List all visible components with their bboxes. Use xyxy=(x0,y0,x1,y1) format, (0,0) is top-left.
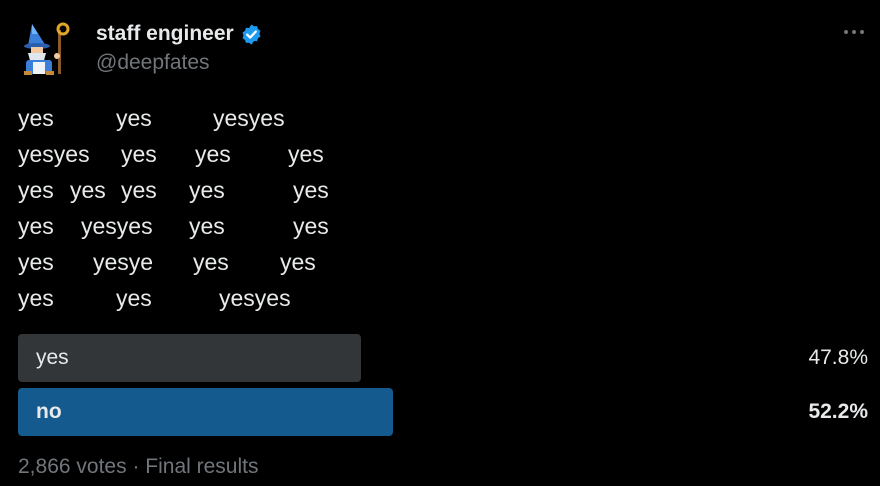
poll-option-no[interactable]: no 52.2% xyxy=(18,388,870,436)
tweet-line: yes yesye yes yes xyxy=(18,244,458,280)
tweet-word: yesyes xyxy=(81,213,153,239)
author-avatar[interactable] xyxy=(18,16,80,78)
tweet-word: yes xyxy=(189,177,225,203)
tweet-line: yes yes yesyes xyxy=(18,100,458,136)
tweet-word: yes xyxy=(121,141,157,167)
tweet-word: yesye xyxy=(93,249,154,275)
tweet-line: yes yes yes yes yes xyxy=(18,172,458,208)
poll-status: Final results xyxy=(145,455,259,478)
tweet-line: yesyes yes yes yes xyxy=(18,136,458,172)
tweet-word: yes xyxy=(193,249,229,275)
tweet-word: yes xyxy=(18,105,54,131)
tweet-word: yes xyxy=(18,249,54,275)
tweet-word: yes xyxy=(18,213,54,239)
author-name-row[interactable]: staff engineer xyxy=(96,20,263,48)
tweet-word: yesyes xyxy=(219,285,291,311)
poll-result-bar xyxy=(18,334,361,382)
author-display-name[interactable]: staff engineer xyxy=(96,22,234,46)
author-handle[interactable]: @deepfates xyxy=(96,51,210,75)
tweet-word: yes xyxy=(293,177,329,203)
poll-option-label: no xyxy=(36,400,62,423)
tweet-text: yes yes yesyes yesyes yes yes yes yes ye… xyxy=(18,100,458,316)
poll-option-label: yes xyxy=(36,346,69,369)
poll-option-yes[interactable]: yes 47.8% xyxy=(18,334,870,382)
tweet-word: yes xyxy=(293,213,329,239)
tweet-word: yes xyxy=(195,141,231,167)
tweet-word: yes xyxy=(280,249,316,275)
tweet-word: yes xyxy=(18,285,54,311)
tweet-word: yes xyxy=(116,105,152,131)
verified-badge-icon xyxy=(242,23,261,45)
wizard-avatar-icon xyxy=(24,22,70,75)
tweet-word: yes xyxy=(70,177,106,203)
poll-footer: 2,866 votes · Final results xyxy=(18,455,258,479)
tweet-line: yes yesyes yes yes xyxy=(18,208,458,244)
tweet-word: yes xyxy=(18,177,54,203)
tweet-word: yes xyxy=(116,285,152,311)
tweet-line: yes yes yesyes xyxy=(18,280,458,316)
tweet-word: yesyes xyxy=(213,105,285,131)
poll-option-percent: 52.2% xyxy=(808,400,868,423)
poll-option-percent: 47.8% xyxy=(808,346,868,369)
more-horizontal-icon xyxy=(844,30,864,34)
tweet-word: yes xyxy=(121,177,157,203)
tweet-word: yes xyxy=(189,213,225,239)
poll-result-bar xyxy=(18,388,393,436)
more-options-button[interactable] xyxy=(838,22,870,42)
poll-vote-count: 2,866 votes xyxy=(18,455,127,478)
tweet-word: yesyes xyxy=(18,141,90,167)
tweet-word: yes xyxy=(288,141,324,167)
poll-separator: · xyxy=(132,455,140,478)
